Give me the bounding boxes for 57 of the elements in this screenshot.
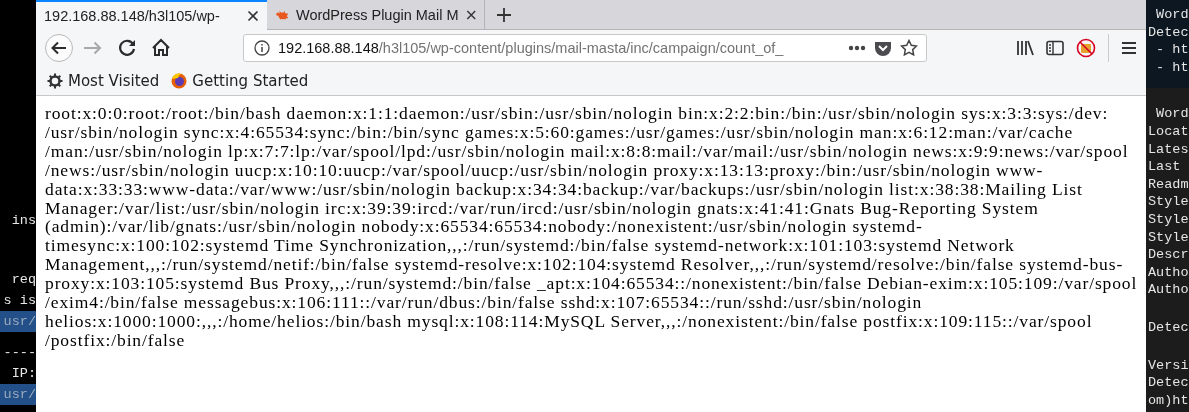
terminal-line: Style	[1148, 210, 1189, 229]
bookmark-item[interactable]: Most Visited	[47, 71, 160, 90]
text-line: helios:x:1000:1000:,,,:/home/helios:/bin/bash mysql:x:108:114:MySQL Server,,,:/nonexistent:/bin/false postfix:x:109:115::/var/spool	[45, 311, 1093, 331]
text-line: Management,,,:/run/systemd/netif:/bin/false systemd-resolve:x:102:104:systemd Resolver,,,:/run/systemd/resolve:/bin/false systemd-bus-	[45, 255, 1124, 275]
text-line: /news:/usr/sbin/nologin uucp:x:10:10:uucp:/var/spool/uucp:/usr/sbin/nologin proxy:x:13:13:proxy:/bin:/usr/sbin/nologin www-	[45, 160, 1044, 180]
terminal-line: - ht	[1155, 41, 1189, 59]
arrow-left-icon	[45, 34, 73, 62]
new-tab-icon[interactable]	[496, 6, 512, 23]
terminal-line: Style	[1148, 193, 1189, 211]
close-icon[interactable]	[247, 10, 259, 22]
browser-tab[interactable]: WordPress Plugin Mail M	[267, 0, 485, 29]
bookmark-item[interactable]: Getting Started	[171, 71, 309, 90]
more-icon[interactable]	[848, 45, 866, 51]
browser-tab[interactable]: 192.168.88.148/h3l105/wp-	[36, 0, 267, 30]
text-line: timesync:x:100:102:systemd Time Synchronization,,,:/run/systemd:/bin/false systemd-network:x:101:103:systemd Network	[45, 236, 1015, 256]
terminal-line: Word	[1155, 6, 1189, 24]
terminal-line: - ht	[1155, 58, 1189, 77]
globe-icon	[171, 72, 188, 89]
address-bar[interactable]: 192.168.88.148/h3l105/wp-content/plugins/mail-masta/inc/campaign/count_of_	[243, 34, 927, 62]
terminal-line: Detec	[1148, 23, 1189, 42]
terminal-line: Lates	[1148, 140, 1189, 159]
text-line: (admin):/var/lib/gnats:/usr/sbin/nologin nobody:x:65534:65534:nobody:/nonexistent:/usr/sbin/nologin systemd-	[45, 217, 923, 237]
terminal-line: Last	[1148, 158, 1181, 176]
text-line: /exim4:/bin/false messagebus:x:106:111::/var/run/dbus:/bin/false sshd:x:107:65534::/run/sshd:/usr/sbin/nologin	[45, 293, 923, 312]
terminal-line: Detec	[1148, 374, 1189, 392]
terminal-line: ----	[3, 344, 36, 362]
close-icon[interactable]	[465, 8, 476, 21]
text-line: /postfix:/bin/false	[45, 330, 186, 350]
terminal-line: Locat	[1148, 122, 1189, 141]
sidebar-icon[interactable]	[1046, 40, 1064, 56]
terminal-line: ins	[11, 212, 36, 230]
text-line: root:x:0:0:root:/root:/bin/bash daemon:x:1:1:daemon:/usr/sbin:/usr/sbin/nologin bin:x:2:2:bin:/bin:/usr/sbin/nologin sys:x:3:3:sys:/dev:	[45, 104, 1109, 123]
menu-icon[interactable]	[1121, 41, 1137, 55]
terminal-line: Word	[1155, 105, 1189, 123]
text-line: /man:/usr/sbin/nologin lp:x:7:7:lp:/var/spool/lpd:/usr/sbin/nologin mail:x:8:8:mail:/var/mail:/usr/sbin/nologin news:x:9:9:news:/var/spool	[45, 141, 1129, 161]
terminal-line: IP:	[11, 365, 36, 383]
terminal-line: Autho	[1148, 281, 1189, 299]
text-line: data:x:33:33:www-data:/var/www:/usr/sbin/nologin backup:x:34:34:backup:/var/backups:/usr/sbin/nologin list:x:38:38:Mailing List	[45, 179, 1083, 199]
gear-icon	[47, 72, 63, 89]
back-button[interactable]	[44, 33, 74, 63]
terminal-line: req	[11, 271, 36, 289]
terminal-line: Versi	[1148, 356, 1189, 375]
text-line: proxy:x:103:105:systemd Bus Proxy,,,:/run/systemd:/bin/false _apt:x:104:65534::/nonexistent:/bin/false Debian-exim:x:105:109:/var/spool	[45, 274, 1138, 294]
pocket-icon[interactable]	[874, 40, 892, 56]
blocked-addon-icon[interactable]	[1076, 38, 1096, 58]
terminal-line: Readm	[1148, 175, 1189, 194]
text-line: Manager:/var/list:/usr/sbin/nologin irc:x:39:39:ircd:/var/run/ircd:/usr/sbin/nologin gnats:x:41:41:Gnats Bug-Reporting System	[45, 198, 1039, 218]
terminal-line: Style	[1148, 228, 1189, 247]
terminal-line: s is	[3, 292, 36, 310]
text-line: /usr/sbin/nologin sync:x:4:65534:sync:/bin:/bin/sync games:x:5:60:games:/usr/games:/usr/sbin/nologin man:x:6:12:man:/var/cache	[45, 122, 1074, 142]
terminal-line: Descr	[1148, 246, 1189, 264]
info-icon	[254, 40, 270, 56]
terminal-line: om)ht	[1148, 391, 1189, 410]
terminal-line: Autho	[1148, 263, 1189, 282]
terminal-line: Detec	[1148, 318, 1189, 337]
library-icon[interactable]	[1016, 40, 1034, 56]
star-icon[interactable]	[900, 39, 918, 57]
